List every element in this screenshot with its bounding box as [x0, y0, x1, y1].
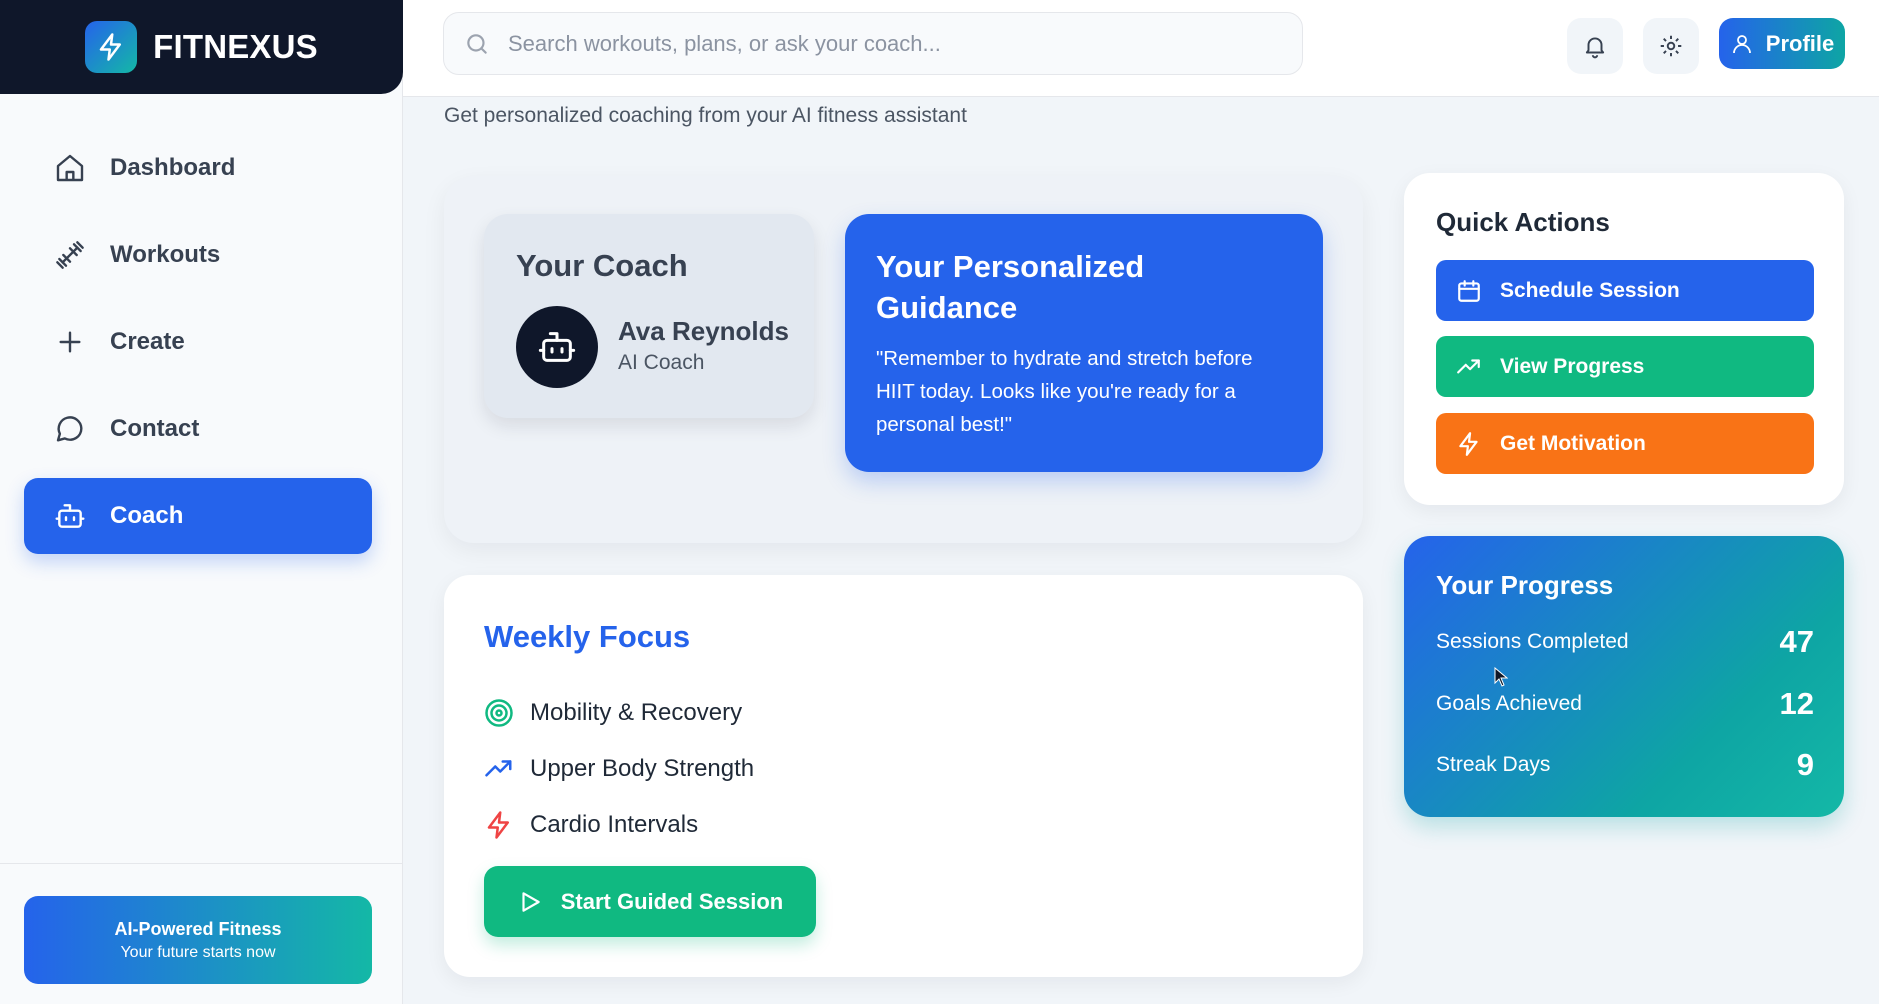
target-icon — [485, 699, 513, 727]
get-motivation-button[interactable]: Get Motivation — [1436, 413, 1814, 474]
stat-label: Sessions Completed — [1436, 630, 1629, 653]
sidebar-item-label: Coach — [110, 502, 184, 529]
sidebar-item-dashboard[interactable]: Dashboard — [24, 130, 372, 206]
sidebar-footer: AI-Powered Fitness Your future starts no… — [0, 863, 403, 1004]
brand-header[interactable]: FITNEXUS — [0, 0, 403, 94]
quick-actions-card: Quick Actions Schedule Session View Prog… — [1404, 173, 1844, 505]
stat-value: 9 — [1796, 747, 1814, 782]
calendar-icon — [1458, 279, 1480, 302]
weekly-focus-title: Weekly Focus — [484, 619, 691, 654]
coach-role: AI Coach — [618, 351, 705, 374]
plus-icon — [59, 331, 81, 353]
view-progress-label: View Progress — [1500, 354, 1645, 378]
stat-row-goals: Goals Achieved 12 — [1436, 684, 1814, 724]
stat-value: 12 — [1779, 686, 1814, 721]
coach-name: Ava Reynolds — [618, 316, 789, 346]
gear-icon — [1660, 35, 1682, 57]
trending-up-icon — [485, 760, 512, 777]
top-bar: Profile — [403, 0, 1879, 97]
weekly-focus-card: Weekly Focus Mobility & Recovery Upper B… — [444, 575, 1363, 977]
stat-row-sessions: Sessions Completed 47 — [1436, 622, 1814, 662]
list-item: Cardio Intervals — [484, 797, 754, 853]
progress-card: Your Progress Sessions Completed 47 Goal… — [1404, 536, 1844, 817]
page-subtitle: Get personalized coaching from your AI f… — [444, 104, 967, 127]
sidebar-item-coach[interactable]: Coach — [24, 478, 372, 554]
coach-card-title: Your Coach — [516, 248, 688, 283]
notifications-button[interactable] — [1567, 18, 1623, 74]
guidance-card: Your Personalized Guidance "Remember to … — [845, 214, 1323, 472]
promo-subtitle: Your future starts now — [120, 943, 276, 961]
coach-panel: Your Coach Ava Reynolds AI Coach Your Pe… — [444, 176, 1363, 543]
home-icon — [56, 154, 84, 182]
brand-name: FITNEXUS — [153, 28, 318, 65]
sidebar-item-contact[interactable]: Contact — [24, 391, 372, 467]
sidebar-item-label: Dashboard — [110, 154, 236, 181]
sidebar-item-label: Create — [110, 328, 185, 355]
promo-title: AI-Powered Fitness — [114, 918, 282, 939]
sidebar-nav: Dashboard Workouts Create Contact Coach — [24, 130, 372, 565]
get-motivation-label: Get Motivation — [1500, 431, 1646, 455]
search-icon — [467, 33, 487, 54]
lightning-icon — [99, 33, 122, 61]
sidebar: FITNEXUS Dashboard Workouts Create Conta… — [0, 0, 403, 1004]
schedule-session-label: Schedule Session — [1500, 278, 1680, 302]
user-icon — [1732, 34, 1751, 53]
message-circle-icon — [56, 416, 83, 442]
bell-icon — [1585, 37, 1605, 59]
focus-list: Mobility & Recovery Upper Body Strength … — [484, 685, 754, 853]
focus-item-label: Mobility & Recovery — [530, 699, 743, 726]
mouse-cursor-icon — [1494, 667, 1508, 687]
stat-label: Streak Days — [1436, 753, 1551, 776]
sidebar-item-label: Workouts — [110, 241, 221, 268]
zap-icon — [487, 811, 509, 839]
avatar — [516, 306, 598, 388]
promo-banner[interactable]: AI-Powered Fitness Your future starts no… — [24, 896, 372, 984]
stat-value: 47 — [1779, 624, 1814, 659]
search-input[interactable] — [508, 30, 1268, 57]
focus-item-label: Cardio Intervals — [530, 811, 699, 838]
settings-button[interactable] — [1643, 18, 1699, 74]
list-item: Upper Body Strength — [484, 741, 754, 797]
guidance-title: Your Personalized Guidance — [876, 249, 1145, 325]
start-button-label: Start Guided Session — [560, 888, 784, 914]
sidebar-item-create[interactable]: Create — [24, 304, 372, 380]
start-guided-session-button[interactable]: Start Guided Session — [484, 866, 816, 937]
brand-logo — [85, 21, 138, 73]
play-icon — [522, 891, 540, 912]
focus-item-label: Upper Body Strength — [530, 755, 755, 782]
coach-card: Your Coach Ava Reynolds AI Coach — [484, 214, 814, 418]
list-item: Mobility & Recovery — [484, 685, 754, 741]
stat-row-streak: Streak Days 9 — [1436, 745, 1814, 785]
dumbbell-icon — [56, 241, 84, 269]
view-progress-button[interactable]: View Progress — [1436, 336, 1814, 397]
quick-actions-title: Quick Actions — [1436, 207, 1610, 237]
search-bar[interactable] — [443, 12, 1303, 75]
bot-icon — [538, 332, 576, 362]
zap-icon — [1459, 431, 1478, 456]
guidance-message: "Remember to hydrate and stretch before … — [876, 347, 1253, 436]
profile-label: Profile — [1765, 30, 1835, 56]
sidebar-item-workouts[interactable]: Workouts — [24, 217, 372, 293]
progress-title: Your Progress — [1436, 570, 1614, 600]
schedule-session-button[interactable]: Schedule Session — [1436, 260, 1814, 321]
bot-icon — [55, 504, 85, 528]
trending-up-icon — [1457, 358, 1480, 373]
profile-button[interactable]: Profile — [1719, 18, 1845, 69]
stat-label: Goals Achieved — [1436, 692, 1582, 715]
sidebar-item-label: Contact — [110, 415, 200, 442]
